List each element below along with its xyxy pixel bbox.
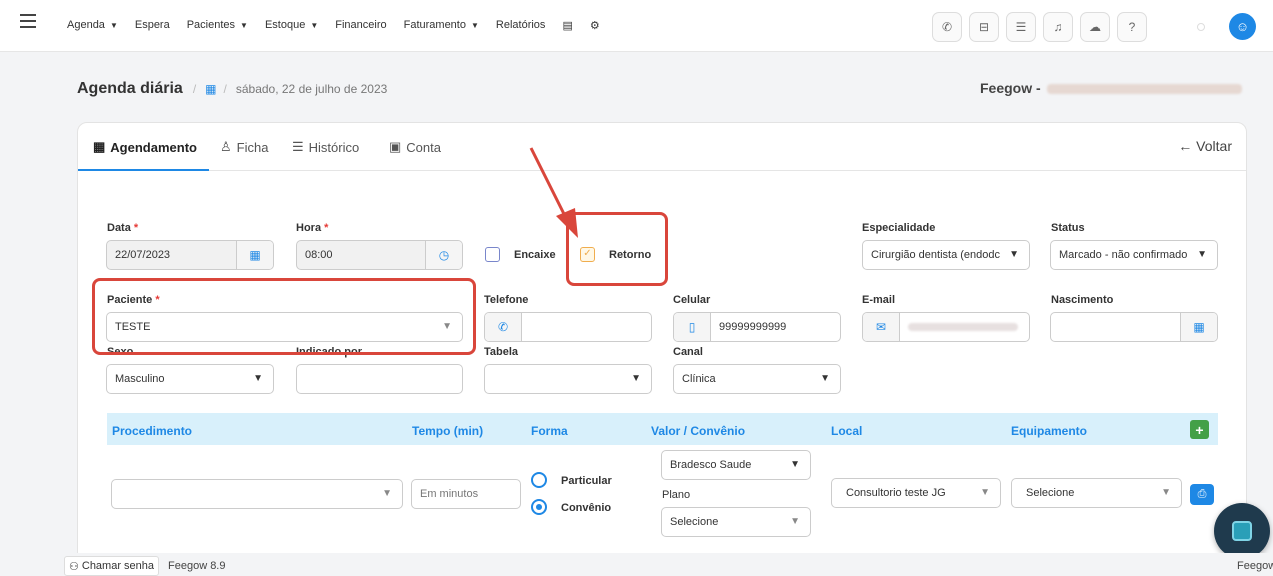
convenio-label: Convênio xyxy=(561,502,612,514)
convenio-select[interactable]: Bradesco Saude ▼ xyxy=(661,450,811,480)
status-select[interactable]: Marcado - não confirmado ▼ xyxy=(1050,240,1218,270)
valor-header: Valor / Convênio xyxy=(651,424,746,438)
tabela-select[interactable]: ▼ xyxy=(484,364,652,394)
breadcrumb: Agenda diária / ▦ / sábado, 22 de julho … xyxy=(77,80,388,97)
user-icon: ♙ xyxy=(220,139,232,154)
mobile-icon: ▯ xyxy=(674,313,711,341)
tabela-label: Tabela xyxy=(484,346,519,358)
nav-agenda[interactable]: Agenda ▼ xyxy=(67,19,118,32)
celular-label: Celular xyxy=(673,294,711,306)
brand-label: Feegow - xyxy=(980,80,1242,96)
procedimento-select[interactable]: ▼ xyxy=(111,479,403,509)
hora-label: Hora * xyxy=(296,222,329,234)
people-icon: ⚇ xyxy=(69,560,79,573)
indicado-field[interactable] xyxy=(296,364,463,394)
inbox-icon[interactable]: ⊟ xyxy=(969,12,999,42)
clock-icon[interactable]: ◷ xyxy=(425,241,462,269)
list-icon: ☰ xyxy=(292,139,304,154)
main-nav: Agenda ▼ Espera Pacientes ▼ Estoque ▼ Finan… xyxy=(67,19,600,32)
data-field[interactable]: 22/07/2023 ▦ xyxy=(106,240,274,270)
encaixe-checkbox[interactable] xyxy=(485,247,500,262)
top-navbar: Agenda ▼ Espera Pacientes ▼ Estoque ▼ Finan… xyxy=(0,0,1273,52)
nav-estoque[interactable]: Estoque ▼ xyxy=(265,19,318,32)
telefone-label: Telefone xyxy=(484,294,529,306)
user-icon[interactable]: ☺ xyxy=(1229,13,1256,40)
database-icon[interactable]: ▤ xyxy=(562,19,572,32)
gear-icon[interactable]: ⚙ xyxy=(590,19,600,32)
phone-icon[interactable]: ✆ xyxy=(932,12,962,42)
canal-select[interactable]: Clínica ▼ xyxy=(673,364,841,394)
calendar-icon: ▦ xyxy=(205,82,217,96)
convenio-radio[interactable] xyxy=(531,499,547,515)
tab-historico[interactable]: ☰ Histórico xyxy=(292,139,359,155)
particular-label: Particular xyxy=(561,475,612,487)
especialidade-select[interactable]: Cirurgião dentista (endodc ▼ xyxy=(862,240,1030,270)
equipamento-select[interactable]: Selecione ▼ xyxy=(1011,478,1182,508)
encaixe-label: Encaixe xyxy=(514,249,556,261)
retorno-highlight xyxy=(566,212,668,286)
nav-financeiro[interactable]: Financeiro xyxy=(335,19,386,32)
particular-radio[interactable] xyxy=(531,472,547,488)
plano-select[interactable]: Selecione ▼ xyxy=(661,507,811,537)
back-button[interactable]: ← Voltar xyxy=(1178,138,1232,154)
tab-conta[interactable]: ▣ Conta xyxy=(389,139,441,155)
nav-relatorios[interactable]: Relatórios xyxy=(496,19,546,32)
chat-icon[interactable]: ☁ xyxy=(1080,12,1110,42)
help-icon[interactable]: ? xyxy=(1117,12,1147,42)
tab-agendamento[interactable]: ▦ Agendamento xyxy=(93,139,197,155)
calendar-icon[interactable]: ▦ xyxy=(236,241,273,269)
celular-field[interactable]: ▯ 99999999999 xyxy=(673,312,841,342)
nascimento-field[interactable]: ▦ xyxy=(1050,312,1218,342)
forma-header: Forma xyxy=(531,424,568,438)
nav-pacientes[interactable]: Pacientes ▼ xyxy=(187,19,248,32)
canal-label: Canal xyxy=(673,346,703,358)
chat-widget-button[interactable] xyxy=(1214,503,1270,559)
checklist-icon[interactable]: ☰ xyxy=(1006,12,1036,42)
tab-bar: ▦ Agendamento ♙ Ficha ☰ Histórico ▣ Conta ← … xyxy=(78,123,1246,171)
bell-icon[interactable]: ♫ xyxy=(1043,12,1073,42)
active-tab-indicator xyxy=(78,169,209,171)
data-label: Data * xyxy=(107,222,139,234)
telefone-field[interactable]: ✆ xyxy=(484,312,652,342)
nav-faturamento[interactable]: Faturamento ▼ xyxy=(404,19,479,32)
menu-icon[interactable] xyxy=(20,14,36,28)
page-title: Agenda diária xyxy=(77,80,183,97)
calendar-icon: ▦ xyxy=(93,139,106,154)
money-icon: ▣ xyxy=(389,139,402,154)
print-icon[interactable]: ⎙ xyxy=(1190,484,1214,505)
calendar-icon[interactable]: ▦ xyxy=(1180,313,1217,341)
chamar-senha-button[interactable]: ⚇ Chamar senha xyxy=(64,556,160,576)
equipamento-header: Equipamento xyxy=(1011,424,1088,438)
redacted-name xyxy=(1046,84,1242,95)
email-label: E-mail xyxy=(862,294,896,306)
procedimento-header: Procedimento xyxy=(112,424,193,438)
version-label: Feegow 8.9 xyxy=(168,560,226,572)
plano-label: Plano xyxy=(662,489,691,501)
paciente-highlight xyxy=(92,278,476,355)
procedures-header: Procedimento Tempo (min) Forma Valor / C… xyxy=(107,413,1218,445)
nav-espera[interactable]: Espera xyxy=(135,19,170,32)
mail-icon: ✉ xyxy=(863,313,900,341)
footer-brand: Feegow xyxy=(1237,560,1273,572)
add-procedure-button[interactable]: + xyxy=(1190,420,1209,439)
local-select[interactable]: Consultorio teste JG ▼ xyxy=(831,478,1001,508)
tempo-header: Tempo (min) xyxy=(412,424,484,438)
tempo-field[interactable]: Em minutos xyxy=(411,479,521,509)
status-dot xyxy=(1197,23,1205,31)
phone-icon: ✆ xyxy=(485,313,522,341)
nascimento-label: Nascimento xyxy=(1051,294,1114,306)
email-field[interactable]: ✉ xyxy=(862,312,1030,342)
sexo-select[interactable]: Masculino ▼ xyxy=(106,364,274,394)
status-label: Status xyxy=(1051,222,1085,234)
hora-field[interactable]: 08:00 ◷ xyxy=(296,240,463,270)
tab-ficha[interactable]: ♙ Ficha xyxy=(220,139,268,155)
especialidade-label: Especialidade xyxy=(862,222,936,234)
page-date: sábado, 22 de julho de 2023 xyxy=(235,82,388,96)
local-header: Local xyxy=(831,424,863,438)
redacted-email xyxy=(908,323,1018,331)
